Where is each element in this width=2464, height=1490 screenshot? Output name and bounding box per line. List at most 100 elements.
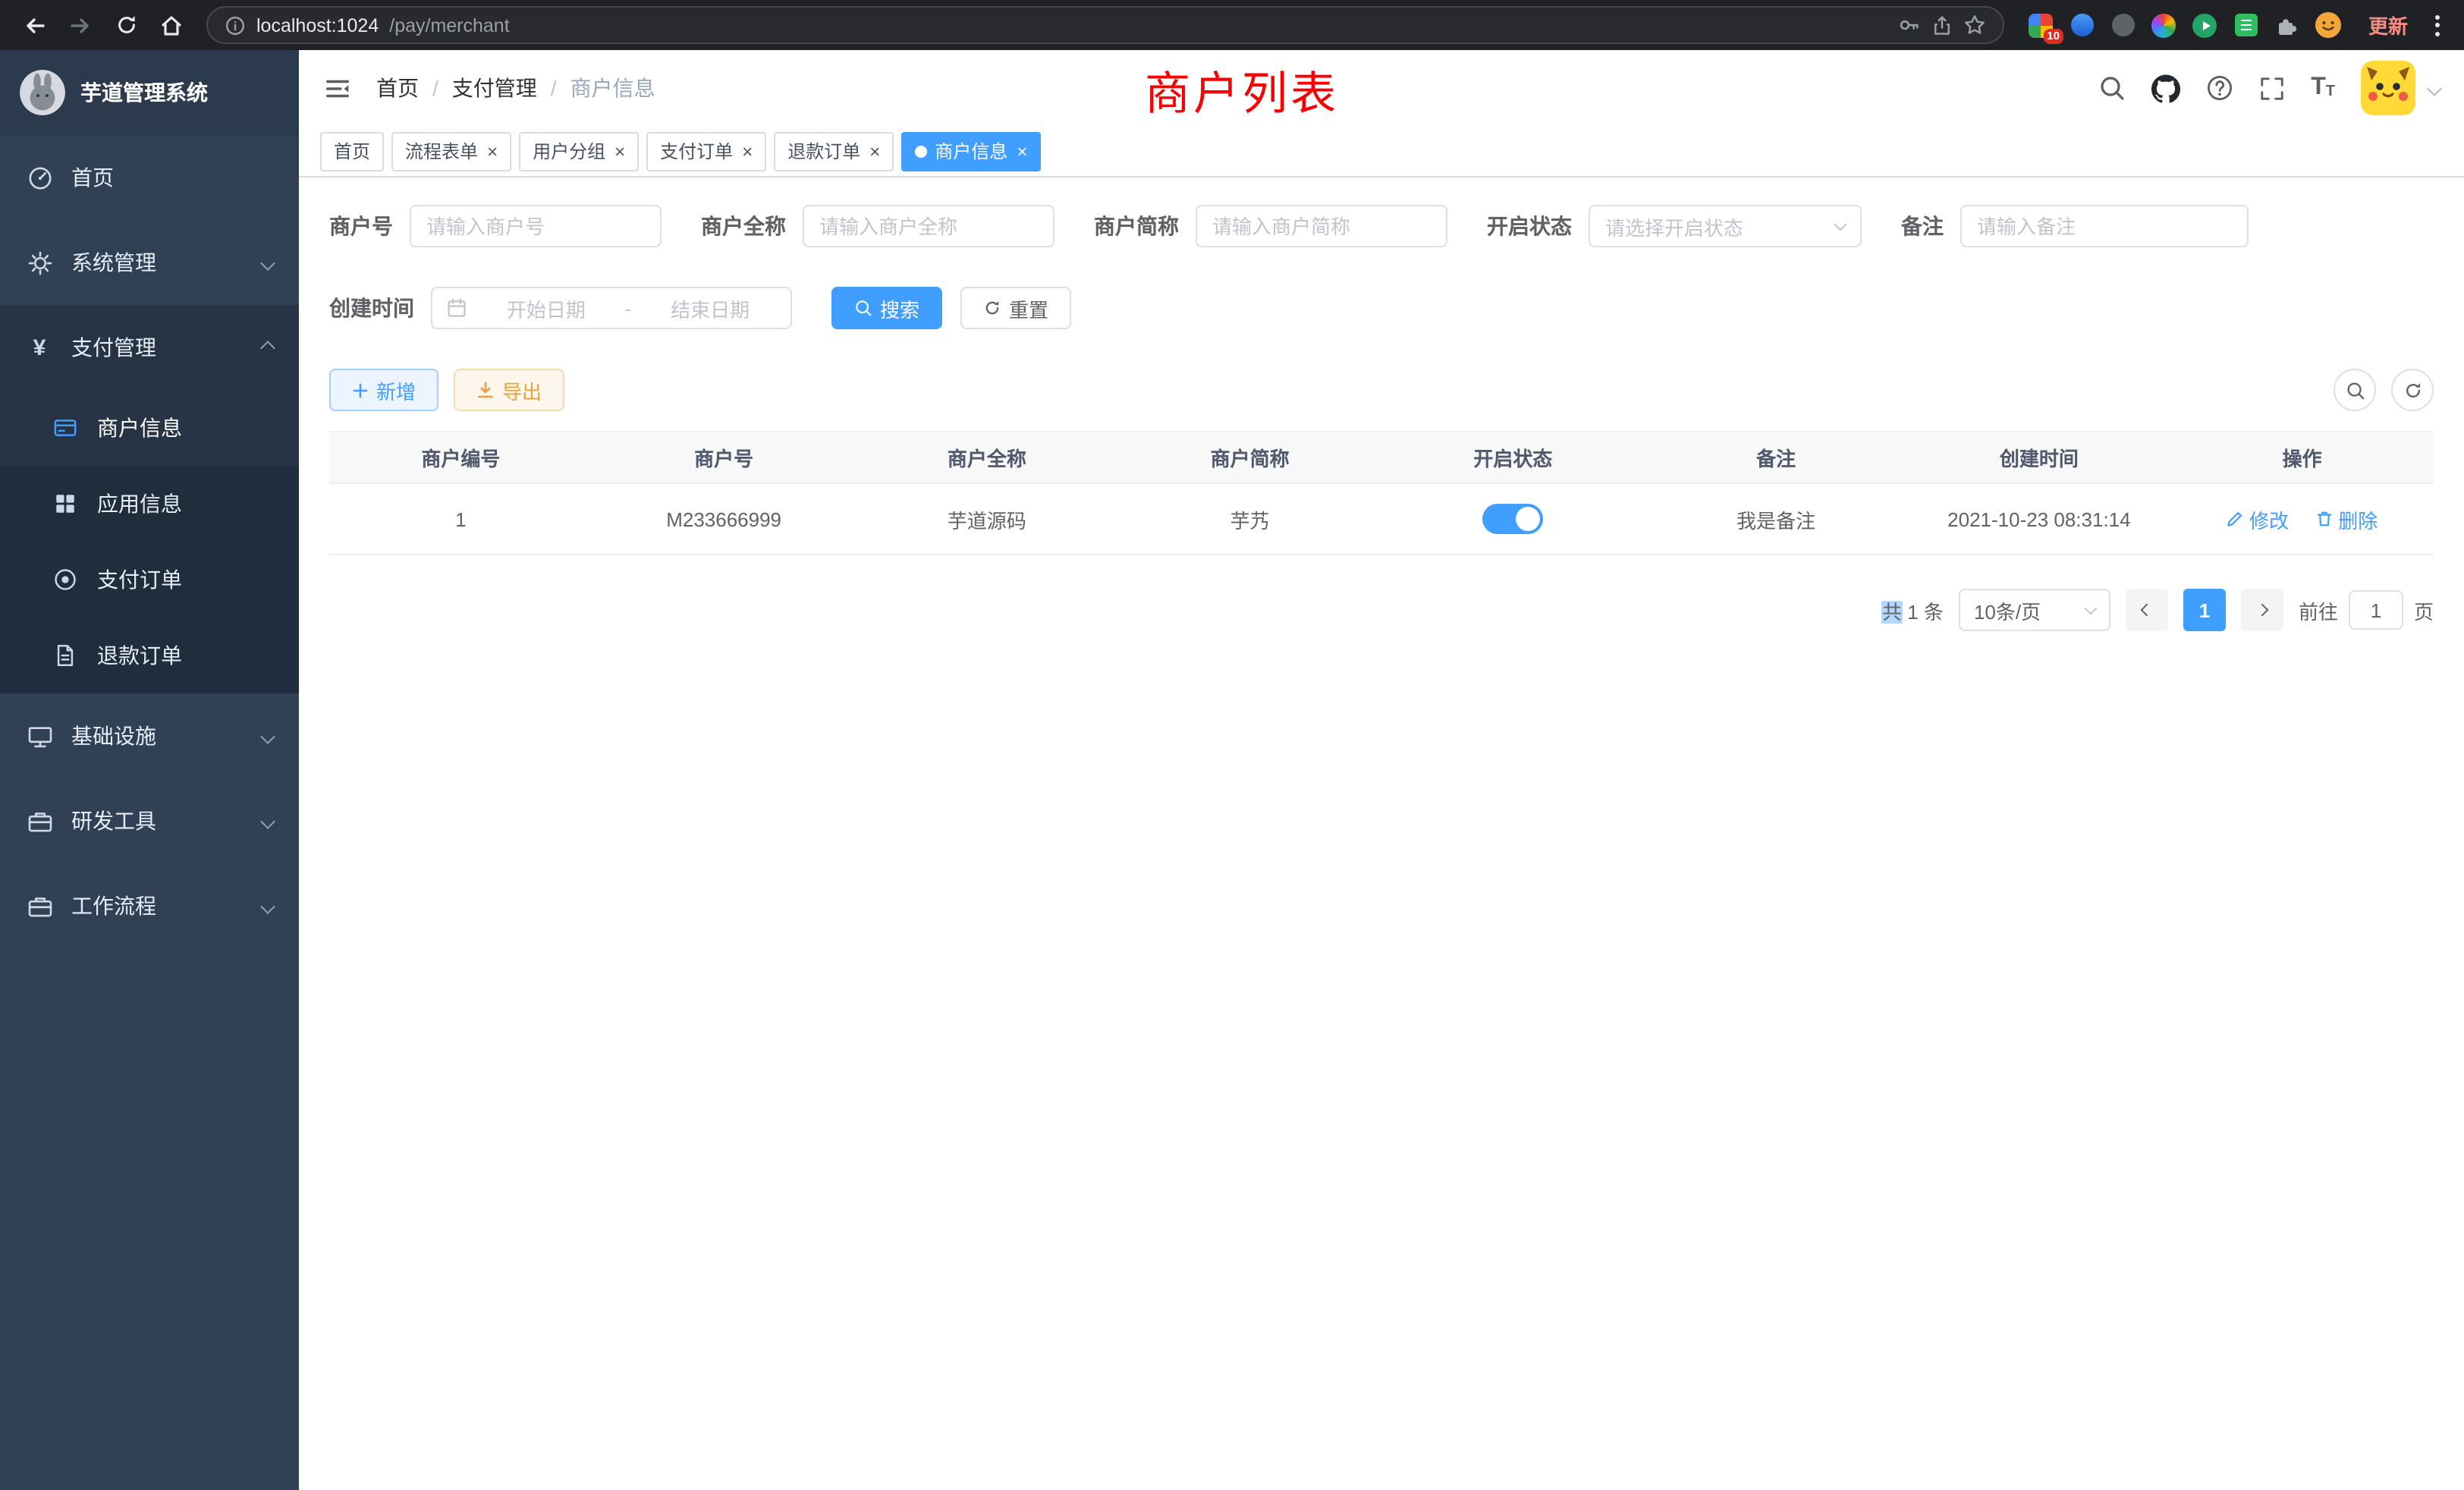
close-icon[interactable]: × — [742, 142, 753, 160]
browser-reload-button[interactable] — [106, 5, 146, 45]
reset-button[interactable]: 重置 — [960, 287, 1071, 329]
browser-profile-avatar[interactable] — [2315, 12, 2341, 38]
page-button-1[interactable]: 1 — [2183, 589, 2226, 631]
app-title: 芋道管理系统 — [80, 77, 208, 108]
annotation-title: 商户列表 — [1145, 56, 1339, 123]
extension-colors-icon[interactable]: 10 — [2029, 12, 2054, 38]
browser-home-button[interactable] — [152, 5, 191, 45]
merchant-no-label: 商户号 — [329, 211, 393, 241]
short-name-input[interactable] — [1196, 205, 1447, 247]
payment-submenu: 商户信息 应用信息 支付订单 退款订单 — [0, 390, 299, 693]
monitor-icon — [26, 722, 53, 750]
app-logo[interactable]: 芋道管理系统 — [0, 50, 299, 135]
merchant-no-input[interactable] — [410, 205, 662, 247]
browser-back-button[interactable] — [15, 5, 55, 45]
user-avatar[interactable] — [2361, 61, 2415, 115]
date-end-placeholder: 结束日期 — [643, 294, 777, 322]
font-size-icon[interactable]: TT — [2311, 76, 2335, 100]
tab-user-group[interactable]: 用户分组× — [519, 131, 639, 171]
edit-link[interactable]: 修改 — [2227, 505, 2289, 533]
refresh-button[interactable] — [2391, 369, 2434, 411]
browser-forward-button[interactable] — [61, 5, 100, 45]
table-header-row: 商户编号 商户号 商户全称 商户简称 开启状态 备注 创建时间 操作 — [329, 432, 2434, 483]
chevron-down-icon — [2084, 602, 2097, 615]
total-count-text: 共 1 条 — [1882, 596, 1944, 624]
help-icon[interactable] — [2206, 74, 2233, 102]
grid-icon — [52, 490, 79, 517]
toggle-search-button[interactable] — [2334, 369, 2376, 411]
close-icon[interactable]: × — [487, 142, 498, 160]
prev-page-button[interactable] — [2126, 589, 2168, 631]
sidebar-item-payment[interactable]: ¥ 支付管理 — [0, 305, 299, 390]
extension-badge: 10 — [2043, 28, 2063, 44]
tab-merchant-info[interactable]: 商户信息× — [901, 131, 1041, 171]
table-toolbar: 新增 导出 — [329, 369, 2434, 411]
hamburger-icon[interactable] — [323, 74, 352, 102]
sidebar-item-devtools[interactable]: 研发工具 — [0, 778, 299, 863]
filter-row-1: 商户号 商户全称 商户简称 开启状态 请选择开启状态 — [329, 205, 2434, 247]
credit-card-icon — [52, 414, 79, 442]
sidebar-item-workflow[interactable]: 工作流程 — [0, 863, 299, 948]
status-toggle[interactable] — [1482, 504, 1543, 534]
breadcrumb-home[interactable]: 首页 — [376, 73, 419, 103]
site-info-icon[interactable] — [225, 14, 246, 36]
close-icon[interactable]: × — [614, 142, 625, 160]
extension-colorwheel-icon[interactable] — [2151, 12, 2177, 38]
sidebar-item-pay-order[interactable]: 支付订单 — [0, 542, 299, 618]
page-size-select[interactable]: 10条/页 — [1959, 589, 2110, 631]
close-icon[interactable]: × — [1017, 142, 1027, 160]
sidebar-item-infrastructure[interactable]: 基础设施 — [0, 693, 299, 778]
date-range-picker[interactable]: 开始日期 - 结束日期 — [431, 287, 792, 329]
sidebar-item-app-info[interactable]: 应用信息 — [0, 466, 299, 542]
remark-input[interactable] — [1960, 205, 2249, 247]
top-navbar: 首页 / 支付管理 / 商户信息 TT — [299, 50, 2464, 126]
goto-page-input[interactable] — [2349, 590, 2403, 630]
full-name-input[interactable] — [803, 205, 1054, 247]
password-key-icon[interactable] — [1898, 14, 1921, 36]
address-bar[interactable]: localhost:1024/pay/merchant — [206, 6, 2004, 44]
status-select[interactable]: 请选择开启状态 — [1589, 205, 1862, 247]
extension-notes-icon[interactable] — [2233, 12, 2259, 38]
tab-home[interactable]: 首页 — [320, 131, 384, 171]
cell-actions: 修改 删除 — [2170, 483, 2434, 555]
gear-icon — [26, 249, 53, 276]
breadcrumb-current: 商户信息 — [570, 73, 655, 103]
tab-pay-order[interactable]: 支付订单× — [646, 131, 766, 171]
sidebar-item-refund-order[interactable]: 退款订单 — [0, 618, 299, 693]
screen: localhost:1024/pay/merchant 10 更新 芋道管理系统 — [0, 0, 2464, 1490]
search-button[interactable]: 搜索 — [831, 287, 942, 329]
extensions-puzzle-icon[interactable] — [2274, 12, 2300, 38]
tab-process-form[interactable]: 流程表单× — [391, 131, 511, 171]
goto-label: 前往 — [2299, 596, 2338, 624]
tags-view: 首页 流程表单× 用户分组× 支付订单× 退款订单× 商户信息× — [299, 126, 2464, 178]
delete-link[interactable]: 删除 — [2315, 505, 2378, 533]
user-caret-icon[interactable] — [2427, 80, 2442, 96]
share-icon[interactable] — [1931, 14, 1953, 36]
cell-full-name: 芋道源码 — [856, 483, 1119, 555]
bookmark-star-icon[interactable] — [1963, 14, 1986, 36]
export-button[interactable]: 导出 — [454, 369, 564, 411]
next-page-button[interactable] — [2241, 589, 2283, 631]
extension-dark-icon[interactable] — [2110, 12, 2136, 38]
close-icon[interactable]: × — [869, 142, 880, 160]
fullscreen-icon[interactable] — [2259, 75, 2285, 101]
tab-refund-order[interactable]: 退款订单× — [774, 131, 894, 171]
sidebar-item-system[interactable]: 系统管理 — [0, 220, 299, 305]
status-label: 开启状态 — [1487, 211, 1572, 241]
search-icon[interactable] — [2098, 74, 2126, 102]
browser-menu-icon[interactable] — [2426, 14, 2449, 36]
add-button[interactable]: 新增 — [329, 369, 438, 411]
chevron-down-icon — [260, 813, 275, 828]
browser-update-button[interactable]: 更新 — [2356, 11, 2420, 39]
github-icon[interactable] — [2151, 74, 2180, 102]
chevron-down-icon — [260, 255, 275, 270]
sidebar-item-home[interactable]: 首页 — [0, 135, 299, 220]
extension-drop-icon[interactable] — [2070, 12, 2095, 38]
full-name-label: 商户全称 — [701, 211, 786, 241]
logo-avatar — [20, 70, 65, 115]
extension-green-icon[interactable] — [2192, 12, 2218, 38]
sidebar-item-merchant-info[interactable]: 商户信息 — [0, 390, 299, 466]
dashboard-icon — [26, 164, 53, 191]
url-path: /pay/merchant — [389, 14, 509, 36]
breadcrumb-payment[interactable]: 支付管理 — [452, 73, 537, 103]
